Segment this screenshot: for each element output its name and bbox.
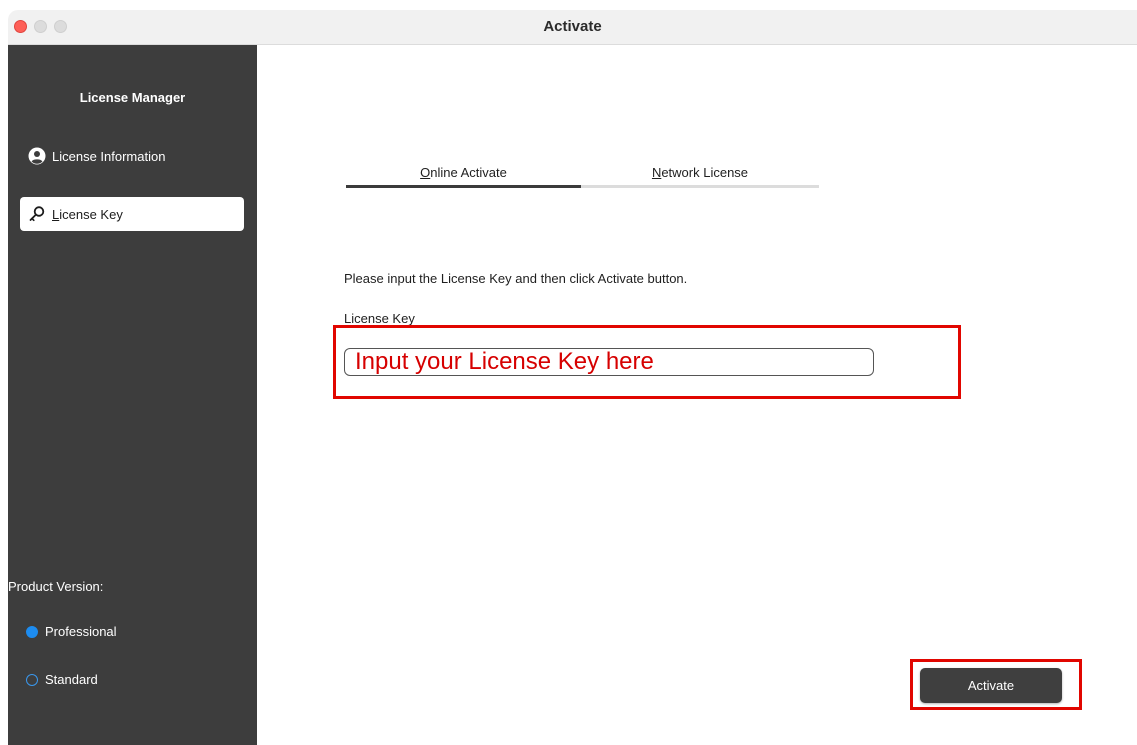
product-version-label: Product Version: [8,579,104,594]
key-icon [28,205,46,223]
radio-unselected-icon[interactable] [26,673,38,686]
inactive-tab-indicator [581,185,819,188]
license-key-input[interactable] [344,348,874,376]
window-title: Activate [543,18,602,35]
tab-network-license[interactable]: Network License [581,165,819,186]
title-bar: Activate [8,10,1137,45]
sidebar-title: License Manager [79,90,186,105]
person-circle-icon [28,147,46,165]
active-tab-indicator [346,185,581,188]
standard-radio-option[interactable]: Standard [26,672,98,687]
sidebar-item-label: License Information [52,148,166,164]
sidebar-item-label: License Key [52,206,123,222]
sidebar-item-license-information[interactable]: License Information [20,139,244,173]
professional-radio-option[interactable]: Professional [26,624,117,639]
radio-selected-icon[interactable] [26,625,38,638]
tab-online-activate[interactable]: Online Activate [346,165,581,186]
activation-tabs: Online Activate Network License [346,165,819,189]
activate-button[interactable]: Activate [920,668,1062,703]
instruction-text: Please input the License Key and then cl… [344,271,688,286]
sidebar-item-license-key[interactable]: License Key [20,197,244,231]
sidebar: License Manager License Information Lice… [8,45,257,745]
license-key-label: License Key [344,311,415,326]
activate-window: Activate License Manager License Informa… [0,0,1137,745]
standard-label: Standard [45,672,98,687]
professional-label: Professional [45,624,117,639]
